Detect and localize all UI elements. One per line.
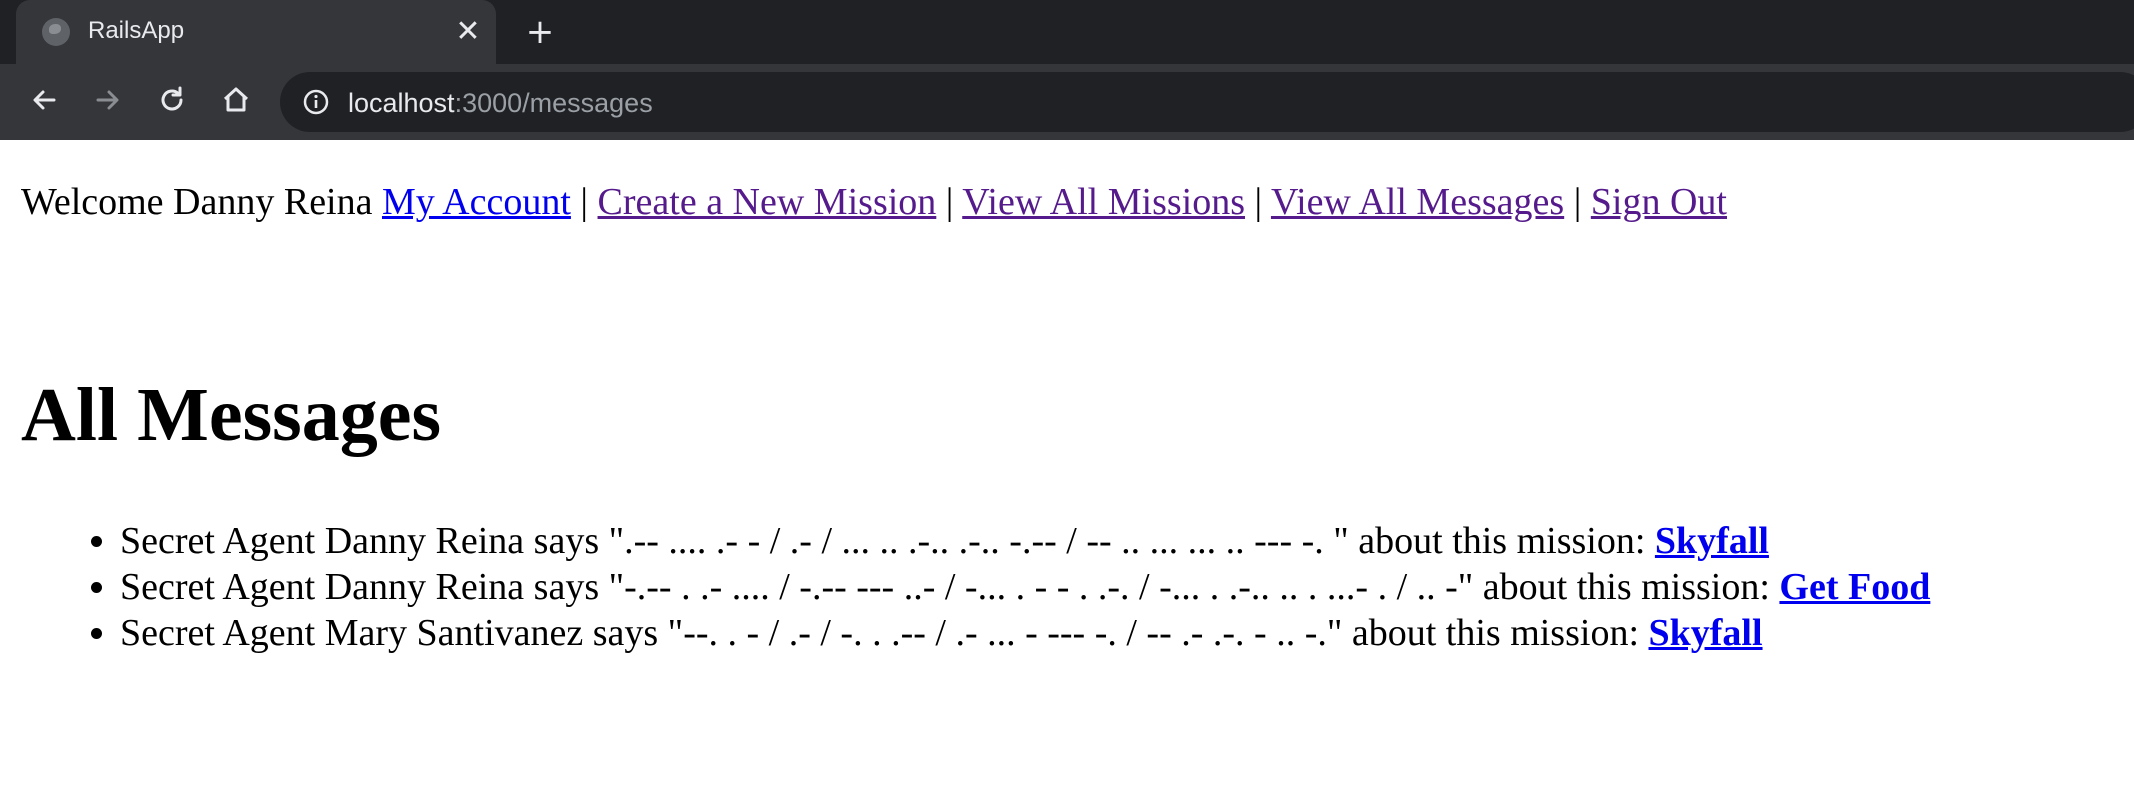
- sign-out-link[interactable]: Sign Out: [1591, 181, 1727, 223]
- mission-link[interactable]: Get Food: [1779, 566, 1930, 608]
- message-text: Secret Agent Mary Santivanez says "--. .…: [120, 612, 1649, 654]
- url-host: localhost: [348, 88, 455, 118]
- page-content: Welcome Danny Reina My Account | Create …: [0, 140, 2134, 794]
- plus-icon[interactable]: +: [520, 12, 560, 52]
- browser-toolbar: localhost:3000/messages: [0, 64, 2134, 140]
- mission-link[interactable]: Skyfall: [1655, 520, 1769, 562]
- forward-arrow-icon[interactable]: [84, 76, 132, 124]
- welcome-text: Welcome Danny Reina: [21, 181, 373, 223]
- create-mission-link[interactable]: Create a New Mission: [598, 181, 937, 223]
- view-missions-link[interactable]: View All Missions: [962, 181, 1245, 223]
- mission-link[interactable]: Skyfall: [1649, 612, 1763, 654]
- nav-separator: |: [1254, 181, 1263, 223]
- my-account-link[interactable]: My Account: [382, 181, 571, 223]
- browser-tab[interactable]: RailsApp ✕: [16, 0, 496, 64]
- message-text: Secret Agent Danny Reina says "-.-- . .-…: [120, 566, 1780, 608]
- list-item: Secret Agent Danny Reina says ".-- .... …: [120, 518, 1930, 564]
- tab-title: RailsApp: [88, 17, 185, 44]
- page-title: All Messages: [21, 373, 442, 457]
- top-nav: Welcome Danny Reina My Account | Create …: [21, 180, 1727, 224]
- back-arrow-icon[interactable]: [20, 76, 68, 124]
- message-text: Secret Agent Danny Reina says ".-- .... …: [120, 520, 1655, 562]
- nav-separator: |: [945, 181, 954, 223]
- list-item: Secret Agent Danny Reina says "-.-- . .-…: [120, 564, 1930, 610]
- close-icon[interactable]: ✕: [448, 12, 488, 52]
- address-bar[interactable]: localhost:3000/messages: [280, 72, 2134, 132]
- list-item: Secret Agent Mary Santivanez says "--. .…: [120, 610, 1930, 656]
- message-list: Secret Agent Danny Reina says ".-- .... …: [120, 518, 1930, 656]
- browser-tab-bar: RailsApp ✕ +: [0, 0, 2134, 64]
- info-icon[interactable]: [302, 88, 330, 116]
- reload-icon[interactable]: [148, 76, 196, 124]
- home-icon[interactable]: [212, 76, 260, 124]
- globe-icon: [42, 18, 70, 46]
- nav-separator: |: [580, 181, 589, 223]
- nav-separator: |: [1573, 181, 1582, 223]
- view-messages-link[interactable]: View All Messages: [1271, 181, 1564, 223]
- url-path: :3000/messages: [454, 88, 653, 118]
- url-text: localhost:3000/messages: [348, 88, 653, 119]
